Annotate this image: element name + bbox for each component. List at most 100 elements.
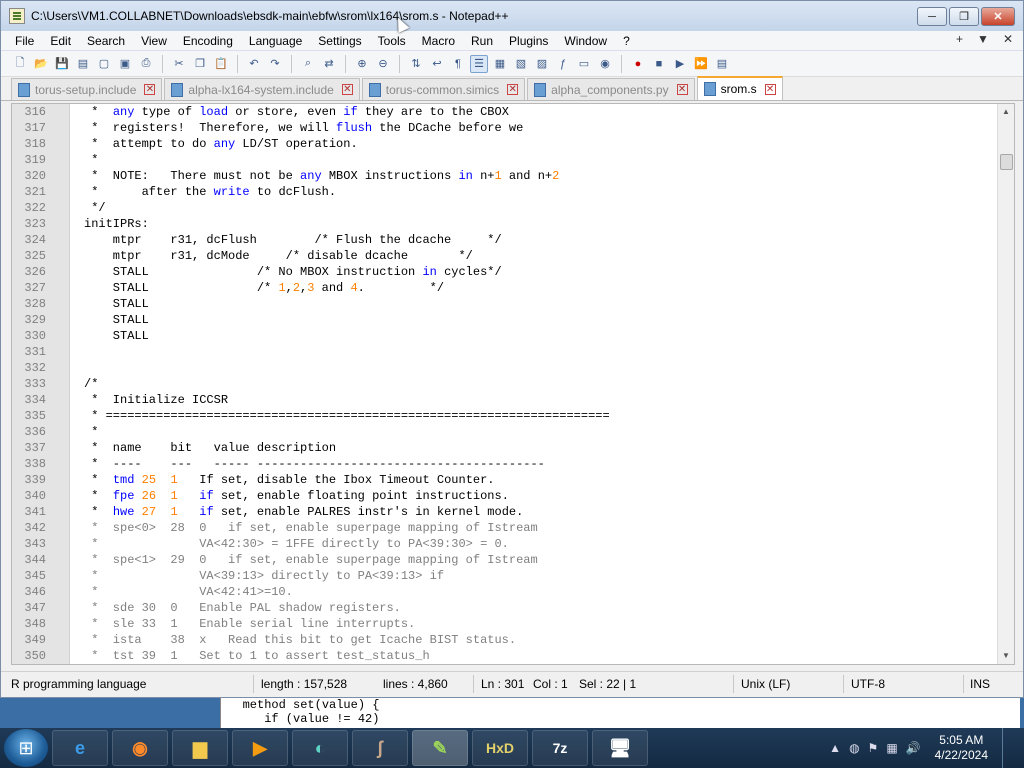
menu-plugins[interactable]: Plugins — [501, 34, 556, 48]
code-line[interactable]: 316 * any type of load or store, even if… — [12, 104, 997, 120]
menu-edit[interactable]: Edit — [42, 34, 79, 48]
save-macro-icon[interactable]: ▤ — [713, 55, 731, 73]
paste-icon[interactable]: 📋 — [212, 55, 230, 73]
close-doc-icon[interactable]: ✕ — [1003, 32, 1013, 46]
function-list-icon[interactable]: ƒ — [554, 55, 572, 73]
tab-close-icon[interactable]: ✕ — [341, 84, 353, 95]
code-line[interactable]: 345 * VA<39:13> directly to PA<39:13> if — [12, 568, 997, 584]
code-line[interactable]: 324 mtpr r31, dcFlush /* Flush the dcach… — [12, 232, 997, 248]
tab-srom[interactable]: srom.s ✕ — [696, 76, 783, 100]
code-line[interactable]: 318 * attempt to do any LD/ST operation. — [12, 136, 997, 152]
replace-icon[interactable]: ⇄ — [320, 55, 338, 73]
zoom-in-icon[interactable]: ⊕ — [353, 55, 371, 73]
tab-close-icon[interactable]: ✕ — [764, 83, 776, 95]
code-line[interactable]: 335 * ==================================… — [12, 408, 997, 424]
vertical-scrollbar[interactable]: ▲ ▼ — [997, 104, 1014, 664]
menu-window[interactable]: Window — [556, 34, 615, 48]
taskbar-7zip-icon[interactable]: 7z — [532, 730, 588, 766]
play-macro-icon[interactable]: ▶ — [671, 55, 689, 73]
code-line[interactable]: 330 STALL — [12, 328, 997, 344]
code-line[interactable]: 332 — [12, 360, 997, 376]
code-line[interactable]: 349 * ista 38 x Read this bit to get Ica… — [12, 632, 997, 648]
editor-area[interactable]: 316 * any type of load or store, even if… — [11, 103, 1015, 665]
new-file-icon[interactable]: 🗋 — [11, 55, 29, 73]
code-line[interactable]: 347 * sde 30 0 Enable PAL shadow registe… — [12, 600, 997, 616]
code-line[interactable]: 321 * after the write to dcFlush. — [12, 184, 997, 200]
doc-map-icon[interactable]: ▧ — [512, 55, 530, 73]
tray-network-app-icon[interactable]: ◍ — [849, 741, 859, 755]
menu-settings[interactable]: Settings — [310, 34, 369, 48]
code-line[interactable]: 322 */ — [12, 200, 997, 216]
tab-close-icon[interactable]: ✕ — [144, 84, 156, 95]
code-line[interactable]: 325 mtpr r31, dcMode /* disable dcache *… — [12, 248, 997, 264]
code-line[interactable]: 333 /* — [12, 376, 997, 392]
menu-help[interactable]: ? — [615, 34, 638, 48]
run-macro-multiple-icon[interactable]: ⏩ — [692, 55, 710, 73]
code-line[interactable]: 328 STALL — [12, 296, 997, 312]
taskbar-firefox-icon[interactable]: ◉ — [112, 730, 168, 766]
close-all-icon[interactable]: ▣ — [116, 55, 134, 73]
redo-icon[interactable]: ↷ — [266, 55, 284, 73]
open-file-icon[interactable]: 📂 — [32, 55, 50, 73]
show-all-chars-icon[interactable]: ¶ — [449, 55, 467, 73]
monitoring-icon[interactable]: ◉ — [596, 55, 614, 73]
code-line[interactable]: 343 * VA<42:30> = 1FFE directly to PA<39… — [12, 536, 997, 552]
menu-macro[interactable]: Macro — [414, 34, 463, 48]
code-line[interactable]: 323 initIPRs: — [12, 216, 997, 232]
doc-list-icon[interactable]: ▨ — [533, 55, 551, 73]
menu-encoding[interactable]: Encoding — [175, 34, 241, 48]
tab-alpha-components[interactable]: alpha_components.py ✕ — [527, 78, 695, 100]
taskbar-wireshark-icon[interactable]: ʃ — [352, 730, 408, 766]
sync-scroll-icon[interactable]: ⇅ — [407, 55, 425, 73]
code-line[interactable]: 340 * fpe 26 1 if set, enable floating p… — [12, 488, 997, 504]
menu-run[interactable]: Run — [463, 34, 501, 48]
copy-icon[interactable]: ❐ — [191, 55, 209, 73]
code-line[interactable]: 319 * — [12, 152, 997, 168]
scroll-thumb[interactable] — [1000, 154, 1013, 170]
find-icon[interactable]: ⌕ — [299, 55, 317, 73]
show-desktop-button[interactable] — [1002, 728, 1016, 768]
taskbar-ie-icon[interactable]: e — [52, 730, 108, 766]
taskbar-hxd-icon[interactable]: HxD — [472, 730, 528, 766]
code-line[interactable]: 348 * sle 33 1 Enable serial line interr… — [12, 616, 997, 632]
scroll-down-icon[interactable]: ▼ — [998, 648, 1014, 664]
code-line[interactable]: 342 * spe<0> 28 0 if set, enable superpa… — [12, 520, 997, 536]
code-line[interactable]: 320 * NOTE: There must not be any MBOX i… — [12, 168, 997, 184]
code-line[interactable]: 326 STALL /* No MBOX instruction in cycl… — [12, 264, 997, 280]
save-all-icon[interactable]: ▤ — [74, 55, 92, 73]
menu-search[interactable]: Search — [79, 34, 133, 48]
taskbar-remote-icon[interactable]: 🖥 — [592, 730, 648, 766]
tab-torus-setup[interactable]: torus-setup.include ✕ — [11, 78, 163, 100]
volume-icon[interactable]: 🔊 — [906, 741, 921, 755]
menu-language[interactable]: Language — [241, 34, 310, 48]
code-line[interactable]: 338 * ---- --- ----- -------------------… — [12, 456, 997, 472]
taskbar-explorer-icon[interactable]: ▆ — [172, 730, 228, 766]
menu-view[interactable]: View — [133, 34, 175, 48]
taskbar-media-icon[interactable]: ▶ — [232, 730, 288, 766]
code-line[interactable]: 337 * name bit value description — [12, 440, 997, 456]
udl-icon[interactable]: ▦ — [491, 55, 509, 73]
code-line[interactable]: 334 * Initialize ICCSR — [12, 392, 997, 408]
code-line[interactable]: 327 STALL /* 1,2,3 and 4. */ — [12, 280, 997, 296]
code-line[interactable]: 331 — [12, 344, 997, 360]
code-line[interactable]: 339 * tmd 25 1 If set, disable the Ibox … — [12, 472, 997, 488]
clock[interactable]: 5:05 AM 4/22/2024 — [935, 733, 988, 763]
code-lines[interactable]: 316 * any type of load or store, even if… — [12, 104, 997, 664]
tab-list-icon[interactable]: ▼ — [977, 32, 989, 46]
code-line[interactable]: 346 * VA<42:41>=10. — [12, 584, 997, 600]
indent-guide-icon[interactable]: ☰ — [470, 54, 488, 73]
record-macro-icon[interactable]: ● — [629, 55, 647, 73]
tab-alpha-lx164-system[interactable]: alpha-lx164-system.include ✕ — [164, 78, 360, 100]
tab-close-icon[interactable]: ✕ — [507, 84, 519, 95]
tab-close-icon[interactable]: ✕ — [676, 84, 688, 95]
tab-torus-common[interactable]: torus-common.simics ✕ — [361, 78, 526, 100]
network-icon[interactable]: ▦ — [886, 741, 897, 755]
code-line[interactable]: 344 * spe<1> 29 0 if set, enable superpa… — [12, 552, 997, 568]
code-line[interactable]: 336 * — [12, 424, 997, 440]
stop-macro-icon[interactable]: ■ — [650, 55, 668, 73]
code-line[interactable]: 350 * tst 39 1 Set to 1 to assert test_s… — [12, 648, 997, 664]
close-button[interactable]: ✕ — [981, 7, 1015, 26]
save-icon[interactable]: 💾 — [53, 55, 71, 73]
close-file-icon[interactable]: ▢ — [95, 55, 113, 73]
folder-workspace-icon[interactable]: ▭ — [575, 55, 593, 73]
